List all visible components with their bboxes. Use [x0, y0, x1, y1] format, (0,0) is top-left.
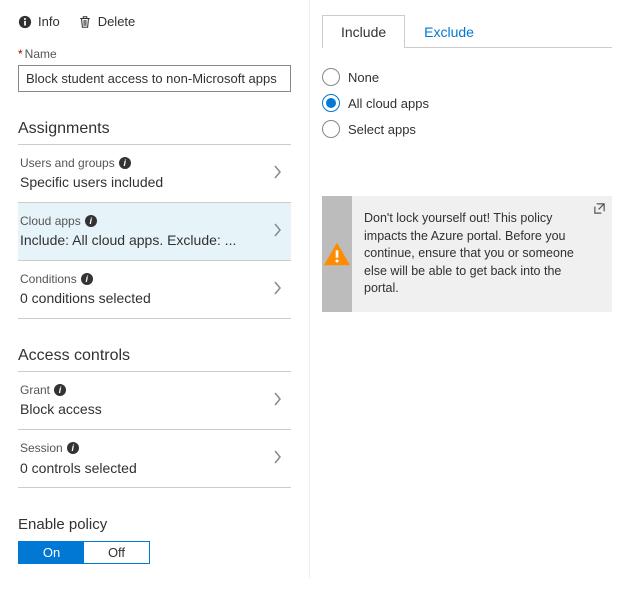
info-icon: i — [85, 215, 97, 227]
delete-icon — [78, 15, 92, 29]
info-icon: i — [81, 273, 93, 285]
radio-none[interactable]: None — [322, 64, 612, 90]
enable-policy-label: Enable policy — [18, 516, 291, 533]
assignments-header: Assignments — [18, 120, 291, 145]
assignments-item-cloud-apps[interactable]: Cloud appsi Include: All cloud apps. Exc… — [18, 203, 291, 261]
chevron-right-icon — [269, 164, 287, 183]
info-icon: i — [54, 384, 66, 396]
info-icon: i — [67, 442, 79, 454]
chevron-right-icon — [269, 449, 287, 468]
tab-exclude[interactable]: Exclude — [405, 15, 493, 48]
enable-policy-toggle[interactable]: On Off — [18, 541, 150, 564]
delete-button[interactable]: Delete — [78, 14, 136, 29]
radio-all-cloud-apps[interactable]: All cloud apps — [322, 90, 612, 116]
assignments-item-conditions[interactable]: Conditionsi 0 conditions selected — [18, 261, 291, 319]
chevron-right-icon — [269, 280, 287, 299]
assignments-item-users-and-groups[interactable]: Users and groupsi Specific users include… — [18, 145, 291, 203]
access-item-session[interactable]: Sessioni 0 controls selected — [18, 430, 291, 488]
info-label: Info — [38, 14, 60, 29]
info-button[interactable]: Info — [18, 14, 60, 29]
radio-select-apps[interactable]: Select apps — [322, 116, 612, 142]
access-item-grant[interactable]: Granti Block access — [18, 372, 291, 430]
toggle-off[interactable]: Off — [84, 542, 149, 563]
warning-icon — [322, 239, 352, 269]
toggle-on[interactable]: On — [19, 542, 84, 563]
tab-include[interactable]: Include — [322, 15, 405, 48]
warning-text: Don't lock yourself out! This policy imp… — [364, 196, 612, 312]
name-field-label: *Name — [18, 47, 291, 61]
chevron-right-icon — [269, 391, 287, 410]
delete-label: Delete — [98, 14, 136, 29]
chevron-right-icon — [269, 222, 287, 241]
warning-alert: Don't lock yourself out! This policy imp… — [322, 196, 612, 312]
access-controls-header: Access controls — [18, 347, 291, 372]
info-icon: i — [119, 157, 131, 169]
policy-name-input[interactable] — [18, 65, 291, 92]
info-icon — [18, 15, 32, 29]
open-external-icon[interactable] — [593, 202, 606, 218]
